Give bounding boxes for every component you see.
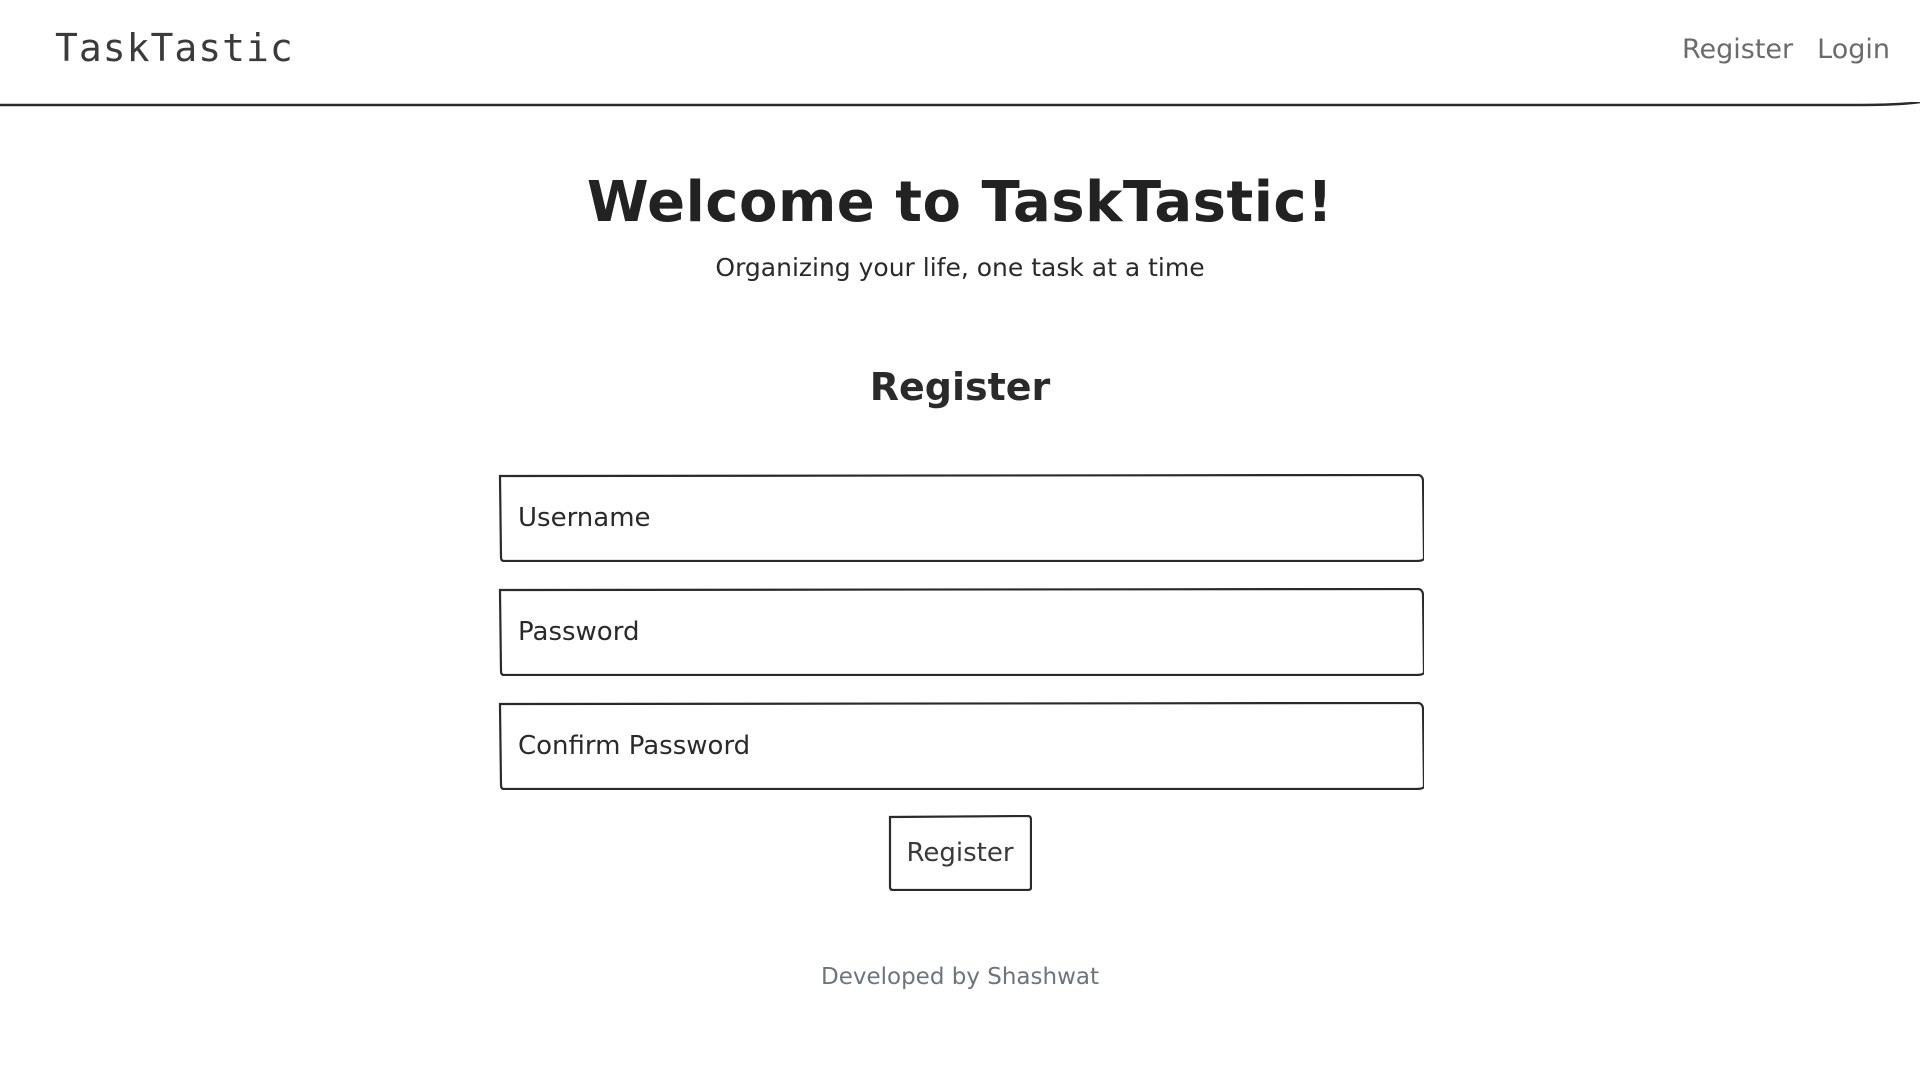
username-input[interactable]	[502, 478, 1420, 558]
register-button-wrapper: Register	[888, 815, 1032, 891]
username-field-wrapper	[498, 474, 1424, 562]
nav-login-link[interactable]: Login	[1817, 34, 1890, 65]
confirm-password-field-wrapper	[498, 702, 1424, 790]
hero: Welcome to TaskTastic! Organizing your l…	[0, 170, 1920, 282]
page-title: Welcome to TaskTastic!	[586, 170, 1334, 235]
register-heading: Register	[869, 365, 1051, 409]
confirm-password-input[interactable]	[502, 706, 1420, 786]
nav-register-link[interactable]: Register	[1682, 34, 1793, 65]
page-subtitle: Organizing your life, one task at a time	[715, 253, 1205, 282]
password-input[interactable]	[502, 592, 1420, 672]
register-submit-button[interactable]: Register	[890, 817, 1030, 889]
brand-logo-link[interactable]: TaskTastic	[55, 26, 294, 70]
nav-links: Register Login	[1682, 34, 1890, 65]
footer-credit: Developed by Shashwat	[820, 964, 1100, 990]
register-form	[498, 474, 1424, 816]
navbar-divider	[0, 102, 1920, 107]
navbar: TaskTastic Register Login	[0, 0, 1920, 104]
password-field-wrapper	[498, 588, 1424, 676]
